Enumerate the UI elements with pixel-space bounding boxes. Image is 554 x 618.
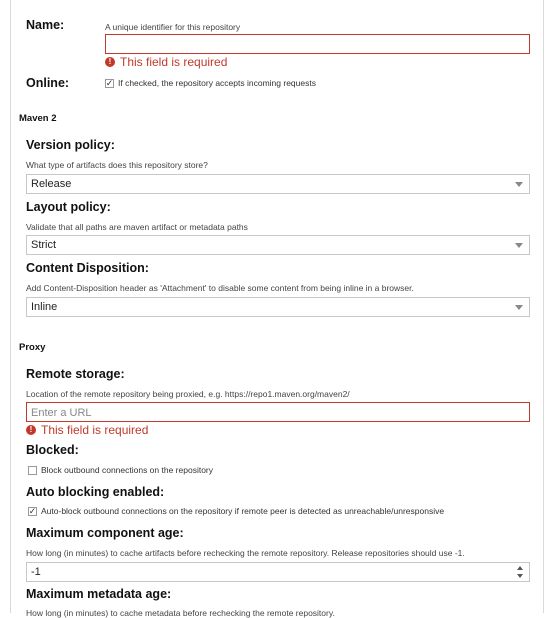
name-error: ! This field is required [105,55,227,69]
layout-policy-select[interactable]: Strict [26,235,530,255]
chevron-down-icon [515,182,523,187]
layout-policy-help: Validate that all paths are maven artifa… [26,222,248,232]
name-error-text: This field is required [120,55,228,69]
remote-storage-error: ! This field is required [26,423,148,437]
max-component-age-value: -1 [31,566,41,578]
layout-policy-value: Strict [31,239,57,251]
blocked-checkbox-row[interactable]: Block outbound connections on the reposi… [28,465,213,475]
online-checkbox[interactable]: ✓ [105,78,114,88]
name-help: A unique identifier for this repository [105,22,241,32]
content-disposition-value: Inline [31,301,58,313]
auto-blocking-checkbox[interactable]: ✓ [28,506,37,516]
maven2-section-title: Maven 2 [19,113,57,124]
version-policy-value: Release [31,178,72,190]
blocked-label: Blocked: [26,443,79,457]
max-metadata-age-label: Maximum metadata age: [26,587,172,601]
max-component-age-help: How long (in minutes) to cache artifacts… [26,548,465,558]
max-metadata-age-help: How long (in minutes) to cache metadata … [26,608,335,618]
blocked-checkbox[interactable] [28,465,37,475]
content-disposition-help: Add Content-Disposition header as 'Attac… [26,283,414,293]
remote-storage-placeholder: Enter a URL [31,407,92,419]
remote-storage-help: Location of the remote repository being … [26,389,350,399]
name-label: Name: [26,18,65,32]
chevron-down-icon [515,243,523,248]
proxy-section-title: Proxy [19,342,46,353]
version-policy-select[interactable]: Release [26,174,530,194]
content-disposition-select[interactable]: Inline [26,297,530,317]
version-policy-label: Version policy: [26,138,115,152]
layout-policy-label: Layout policy: [26,200,111,214]
online-checkbox-row[interactable]: ✓ If checked, the repository accepts inc… [105,78,316,88]
max-component-age-label: Maximum component age: [26,526,184,540]
error-icon: ! [26,425,36,435]
blocked-text: Block outbound connections on the reposi… [41,465,214,475]
online-text: If checked, the repository accepts incom… [118,78,316,88]
version-policy-help: What type of artifacts does this reposit… [26,160,208,170]
content-disposition-label: Content Disposition: [26,261,149,275]
chevron-down-icon [515,305,523,310]
remote-storage-input[interactable]: Enter a URL [26,402,530,422]
spinner-up-icon[interactable] [517,566,523,570]
auto-blocking-label: Auto blocking enabled: [26,485,165,499]
spinner-down-icon[interactable] [517,574,523,578]
error-icon: ! [105,57,115,67]
online-label: Online: [26,76,70,90]
remote-storage-error-text: This field is required [41,423,149,437]
auto-blocking-text: Auto-block outbound connections on the r… [41,506,445,516]
auto-blocking-checkbox-row[interactable]: ✓ Auto-block outbound connections on the… [28,506,444,516]
remote-storage-label: Remote storage: [26,367,125,381]
name-input[interactable] [105,34,530,54]
max-component-age-input[interactable]: -1 [26,562,530,582]
